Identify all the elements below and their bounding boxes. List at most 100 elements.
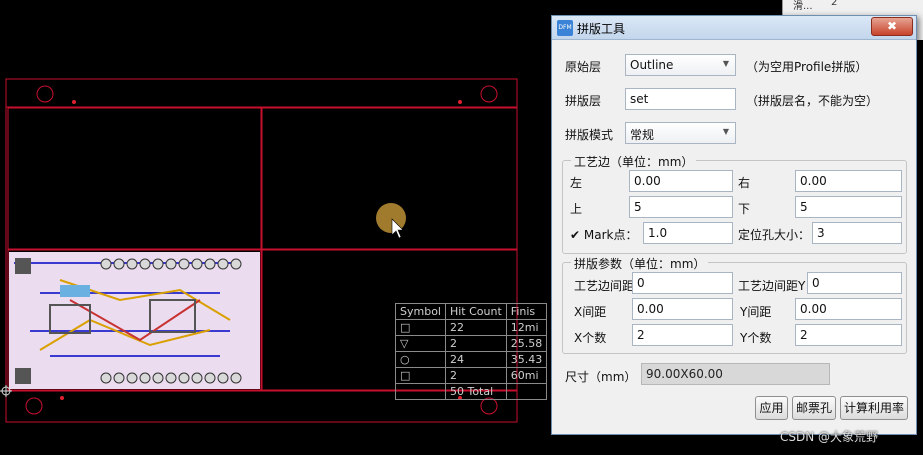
pcb-pad xyxy=(152,258,164,270)
header-hit-count: Hit Count xyxy=(444,303,507,320)
mark-point xyxy=(60,396,64,400)
utilization-button[interactable]: 计算利用率 xyxy=(840,396,908,420)
mark-input[interactable]: 1.0 xyxy=(643,222,733,244)
dialog-title: 拼版工具 xyxy=(577,22,626,36)
original-layer-select[interactable]: Outline ▼ xyxy=(625,54,736,76)
chevron-down-icon: ▼ xyxy=(722,59,729,68)
pcb-pad xyxy=(139,258,151,270)
pcb-pad xyxy=(191,258,203,270)
pcb-pad xyxy=(126,258,138,270)
table-cell: 25.58 xyxy=(505,335,548,352)
x-gap-input[interactable]: 0.00 xyxy=(632,298,733,320)
table-row: ▽ 2 25.58 xyxy=(395,335,548,352)
table-cell: 24 xyxy=(444,351,507,368)
mark-point xyxy=(458,100,462,104)
pcb-pad xyxy=(165,258,177,270)
x-count-input[interactable]: 2 xyxy=(632,324,733,346)
pcb-pad xyxy=(165,372,177,384)
left-input[interactable]: 0.00 xyxy=(629,170,733,192)
pcb-pad xyxy=(217,372,229,384)
table-cell xyxy=(505,383,548,400)
pcb-pad xyxy=(100,372,112,384)
right-input[interactable]: 0.00 xyxy=(795,170,902,192)
table-cell: 50 Total xyxy=(444,383,507,400)
hole-size-label: 定位孔大小： xyxy=(738,228,811,242)
pcb-pad xyxy=(230,372,242,384)
table-cell: 12mi xyxy=(505,319,548,336)
panel-params-title: 拼版参数（单位：mm） xyxy=(571,255,709,272)
table-row: ○ 24 35.43 xyxy=(395,351,548,368)
right-label: 右 xyxy=(738,176,751,190)
pcb-pad xyxy=(230,258,242,270)
original-layer-hint: （为空用Profile拼版） xyxy=(746,60,868,74)
table-cell: 2 xyxy=(444,367,507,384)
pcb-pad xyxy=(191,372,203,384)
table-cell: 60mi xyxy=(505,367,548,384)
drill-table: Symbol Hit Count Finis □ 22 12mi ▽ 2 25.… xyxy=(395,303,548,400)
bg-row-label: 滑... xyxy=(793,1,813,12)
size-label: 尺寸（mm） xyxy=(565,370,637,384)
pcb-pad xyxy=(204,258,216,270)
locating-hole xyxy=(480,85,498,103)
panel-layer-label: 拼版层 xyxy=(565,94,602,108)
process-edge-title: 工艺边（单位：mm） xyxy=(571,153,697,170)
chevron-down-icon: ▼ xyxy=(722,127,729,136)
y-count-input[interactable]: 2 xyxy=(795,324,902,346)
dialog-titlebar[interactable]: DFM 拼版工具 ✖ xyxy=(552,16,916,40)
mode-select[interactable]: 常规 ▼ xyxy=(625,122,736,144)
close-button[interactable]: ✖ xyxy=(871,17,913,36)
mark-checkbox[interactable]: ✔ Mark点： xyxy=(570,226,637,243)
apply-button[interactable]: 应用 xyxy=(755,396,788,420)
left-label: 左 xyxy=(570,176,583,190)
table-row-total: 50 Total xyxy=(395,383,548,400)
app-icon: DFM xyxy=(557,20,573,36)
pcb-pad xyxy=(100,258,112,270)
bottom-label: 下 xyxy=(738,202,751,216)
table-row: □ 22 12mi xyxy=(395,319,548,336)
table-row: □ 2 60mi xyxy=(395,367,548,384)
pcb-pad xyxy=(204,372,216,384)
y-count-label: Y个数 xyxy=(740,331,772,345)
pcb-pad xyxy=(113,372,125,384)
mode-value: 常规 xyxy=(630,128,655,142)
table-cell: □ xyxy=(395,367,446,384)
pcb-pad xyxy=(113,258,125,270)
top-input[interactable]: 5 xyxy=(629,196,733,218)
pcb-pad xyxy=(126,372,138,384)
hole-size-input[interactable]: 3 xyxy=(812,222,902,244)
watermark: CSDN @大象荒野 xyxy=(780,430,879,444)
header-symbol: Symbol xyxy=(395,303,446,320)
bottom-input[interactable]: 5 xyxy=(795,196,902,218)
pcb-pad xyxy=(139,372,151,384)
panel-layer-hint: （拼版层名，不能为空） xyxy=(746,94,879,108)
table-cell: ○ xyxy=(395,351,446,368)
pcb-pad xyxy=(152,372,164,384)
locating-hole xyxy=(25,397,43,415)
panelization-dialog: DFM 拼版工具 ✖ 原始层 Outline ▼ （为空用Profile拼版） … xyxy=(551,15,917,435)
locating-hole xyxy=(36,85,54,103)
size-output: 90.00X60.00 xyxy=(641,363,830,385)
mark-label: Mark点： xyxy=(583,228,638,242)
table-cell: □ xyxy=(395,319,446,336)
table-cell: ▽ xyxy=(395,335,446,352)
x-gap-label: X间距 xyxy=(574,305,607,319)
x-count-label: X个数 xyxy=(574,331,607,345)
top-label: 上 xyxy=(570,202,583,216)
y-gap-input[interactable]: 0.00 xyxy=(795,298,902,320)
edge-gap-y-input[interactable]: 0 xyxy=(807,272,902,294)
checkmark-icon: ✔ xyxy=(570,228,581,242)
edge-gap-y-label: 工艺边间距Y xyxy=(738,279,806,293)
table-cell: 2 xyxy=(444,335,507,352)
y-gap-label: Y间距 xyxy=(740,305,772,319)
stamp-hole-button[interactable]: 邮票孔 xyxy=(792,396,836,420)
drill-table-header: Symbol Hit Count Finis xyxy=(395,303,548,320)
edge-gap-x-input[interactable]: 0 xyxy=(632,272,733,294)
original-layer-label: 原始层 xyxy=(565,60,602,74)
table-cell: 22 xyxy=(444,319,507,336)
board-cell-tl xyxy=(7,107,262,250)
pcb-pad xyxy=(178,258,190,270)
locating-hole xyxy=(480,397,498,415)
pcb-pad xyxy=(178,372,190,384)
panel-layer-input[interactable]: set xyxy=(625,88,736,110)
header-finish: Finis xyxy=(505,303,548,320)
